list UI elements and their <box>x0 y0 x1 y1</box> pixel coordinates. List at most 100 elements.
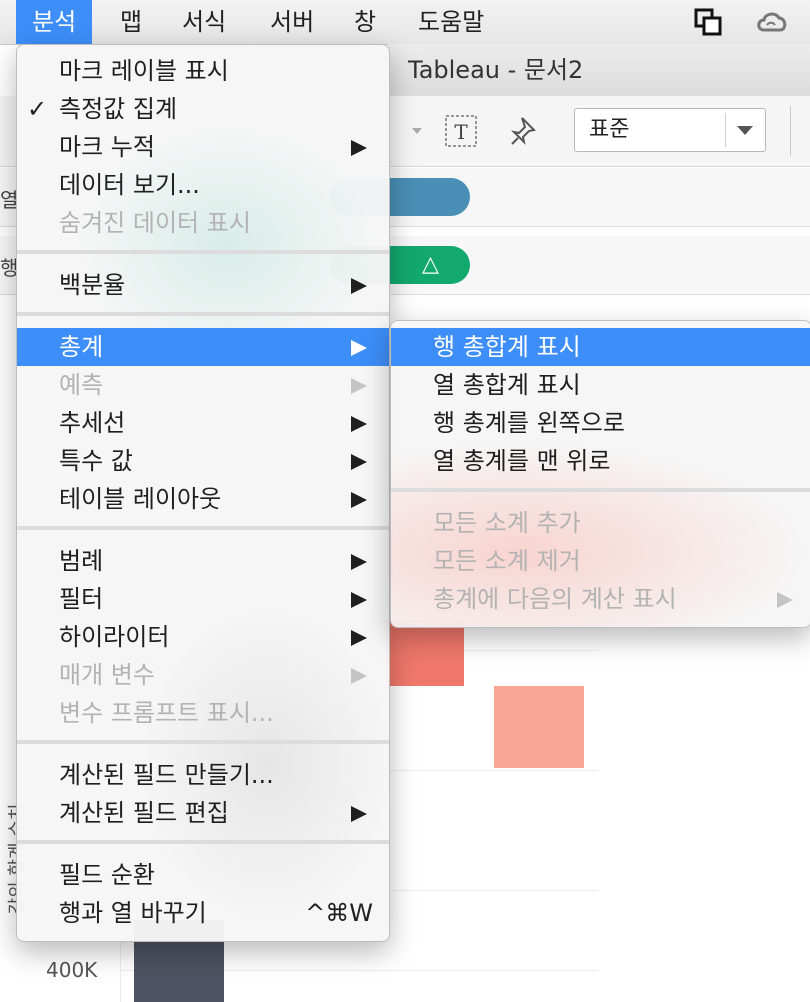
totals-submenu: 행 총합계 표시열 총합계 표시행 총계를 왼쪽으로열 총계를 맨 위로모든 소… <box>390 320 810 628</box>
submenu-arrow-icon <box>351 630 367 646</box>
svg-text:T: T <box>454 120 468 144</box>
menu-separator <box>17 740 389 744</box>
axis-tick-label: 400K <box>46 958 98 982</box>
analysis-menu-item[interactable]: 필드 순환 <box>17 856 389 894</box>
analysis-menu-item[interactable]: 테이블 레이아웃 <box>17 480 389 518</box>
menu-item-label: 추세선 <box>59 409 126 437</box>
totals-menu-item: 총계에 다음의 계산 표시 <box>391 580 810 618</box>
dropdown-divider <box>725 113 726 147</box>
totals-menu-item[interactable]: 행 총합계 표시 <box>391 328 810 366</box>
window-arrange-icon[interactable] <box>694 8 722 36</box>
analysis-menu-item[interactable]: 마크 레이블 표시 <box>17 52 389 90</box>
submenu-arrow-icon <box>351 554 367 570</box>
text-tool-icon[interactable]: T <box>444 114 478 148</box>
menu-item-label: 마크 레이블 표시 <box>59 57 229 85</box>
analysis-menu-item[interactable]: 총계 <box>17 328 389 366</box>
analysis-menu-item: 매개 변수 <box>17 656 389 694</box>
bar-mark[interactable] <box>386 620 464 686</box>
window-title: Tableau - 문서2 <box>408 56 584 84</box>
menu-separator <box>391 488 810 492</box>
menu-item-label: 총계에 다음의 계산 표시 <box>433 585 677 613</box>
bar-mark[interactable] <box>494 686 584 768</box>
analysis-menu-item[interactable]: 하이라이터 <box>17 618 389 656</box>
analysis-menu-item[interactable]: 추세선 <box>17 404 389 442</box>
menu-item-label: 행과 열 바꾸기 <box>59 899 207 927</box>
analysis-menu: 마크 레이블 표시 ✓ 측정값 집계마크 누적데이터 보기... 숨겨진 데이터 표시… <box>16 44 390 942</box>
menu-analysis[interactable]: 분석 <box>16 0 93 44</box>
menu-item-label: 범례 <box>59 547 104 575</box>
menu-item-label: 마크 누적 <box>59 133 155 161</box>
menu-item-label: 테이블 레이아웃 <box>59 485 222 513</box>
submenu-arrow-icon <box>351 806 367 822</box>
menu-map[interactable]: 맵 <box>104 0 158 44</box>
menu-item-label: 측정값 집계 <box>59 95 178 123</box>
menu-item-label: 특수 값 <box>59 447 133 475</box>
checkmark-icon: ✓ <box>27 95 48 123</box>
submenu-arrow-icon <box>351 378 367 394</box>
menu-item-label: 계산된 필드 편집 <box>59 799 229 827</box>
menu-separator <box>17 250 389 254</box>
submenu-arrow-icon <box>351 454 367 470</box>
analysis-menu-item[interactable]: 백분율 <box>17 266 389 304</box>
creative-cloud-icon[interactable] <box>754 8 790 36</box>
analysis-menu-item: 예측 <box>17 366 389 404</box>
submenu-arrow-icon <box>351 340 367 356</box>
menu-item-label: 예측 <box>59 371 104 399</box>
menu-item-label: 모든 소계 제거 <box>433 547 581 575</box>
submenu-arrow-icon <box>351 668 367 684</box>
analysis-menu-item[interactable]: 행과 열 바꾸기 ^⌘W <box>17 894 389 932</box>
menu-item-label: 모든 소계 추가 <box>433 509 581 537</box>
window-titlebar: Tableau - 문서2 <box>388 44 810 97</box>
menu-item-label: 매개 변수 <box>59 661 155 689</box>
totals-menu-item: 모든 소계 추가 <box>391 504 810 542</box>
menu-item-label: 행 총계를 왼쪽으로 <box>433 409 625 437</box>
analysis-menu-item[interactable]: 마크 누적 <box>17 128 389 166</box>
menu-item-label: 열 총합계 표시 <box>433 371 581 399</box>
analysis-menu-item[interactable]: 특수 값 <box>17 442 389 480</box>
menu-item-label: 계산된 필드 만들기... <box>59 761 274 789</box>
menu-item-label: 총계 <box>59 333 104 361</box>
analysis-menu-item[interactable]: 데이터 보기... <box>17 166 389 204</box>
pin-icon[interactable] <box>508 114 542 148</box>
analysis-menu-item: 변수 프롬프트 표시... <box>17 694 389 732</box>
menu-item-label: 필터 <box>59 585 104 613</box>
menu-separator <box>17 526 389 530</box>
totals-menu-item[interactable]: 열 총합계 표시 <box>391 366 810 404</box>
analysis-menu-item[interactable]: 계산된 필드 만들기... <box>17 756 389 794</box>
fit-dropdown[interactable]: 표준 <box>574 108 766 152</box>
shortcut-label: ^⌘W <box>305 899 373 927</box>
analysis-menu-item[interactable]: 계산된 필드 편집 <box>17 794 389 832</box>
submenu-arrow-icon <box>351 140 367 156</box>
menu-item-label: 행 총합계 표시 <box>433 333 581 361</box>
menu-item-label: 열 총계를 맨 위로 <box>433 447 611 475</box>
menubar: 분석 맵 서식 서버 창 도움말 <box>0 0 810 45</box>
submenu-arrow-icon <box>351 592 367 608</box>
dropdown-arrow-icon[interactable] <box>410 126 424 136</box>
submenu-arrow-icon <box>351 416 367 432</box>
analysis-menu-item[interactable]: ✓ 측정값 집계 <box>17 90 389 128</box>
submenu-arrow-icon <box>351 492 367 508</box>
totals-menu-item[interactable]: 행 총계를 왼쪽으로 <box>391 404 810 442</box>
menu-item-label: 데이터 보기... <box>59 171 200 199</box>
analysis-menu-item[interactable]: 필터 <box>17 580 389 618</box>
menu-server[interactable]: 서버 <box>254 0 330 44</box>
menu-item-label: 변수 프롬프트 표시... <box>59 699 274 727</box>
totals-menu-item: 모든 소계 제거 <box>391 542 810 580</box>
menu-format[interactable]: 서식 <box>166 0 242 44</box>
menu-item-label: 숨겨진 데이터 표시 <box>59 209 251 237</box>
analysis-menu-item: 숨겨진 데이터 표시 <box>17 204 389 242</box>
menu-item-label: 하이라이터 <box>59 623 170 651</box>
menu-window[interactable]: 창 <box>338 0 392 44</box>
rows-pill-text: △ <box>422 252 439 277</box>
chevron-down-icon <box>737 126 753 135</box>
submenu-arrow-icon <box>777 592 793 608</box>
menu-help[interactable]: 도움말 <box>402 0 500 44</box>
menu-separator <box>17 312 389 316</box>
menu-item-label: 백분율 <box>59 271 126 299</box>
toolbar-divider <box>790 106 791 156</box>
menu-separator <box>17 840 389 844</box>
submenu-arrow-icon <box>351 278 367 294</box>
totals-menu-item[interactable]: 열 총계를 맨 위로 <box>391 442 810 480</box>
analysis-menu-item[interactable]: 범례 <box>17 542 389 580</box>
menu-item-label: 필드 순환 <box>59 861 155 889</box>
